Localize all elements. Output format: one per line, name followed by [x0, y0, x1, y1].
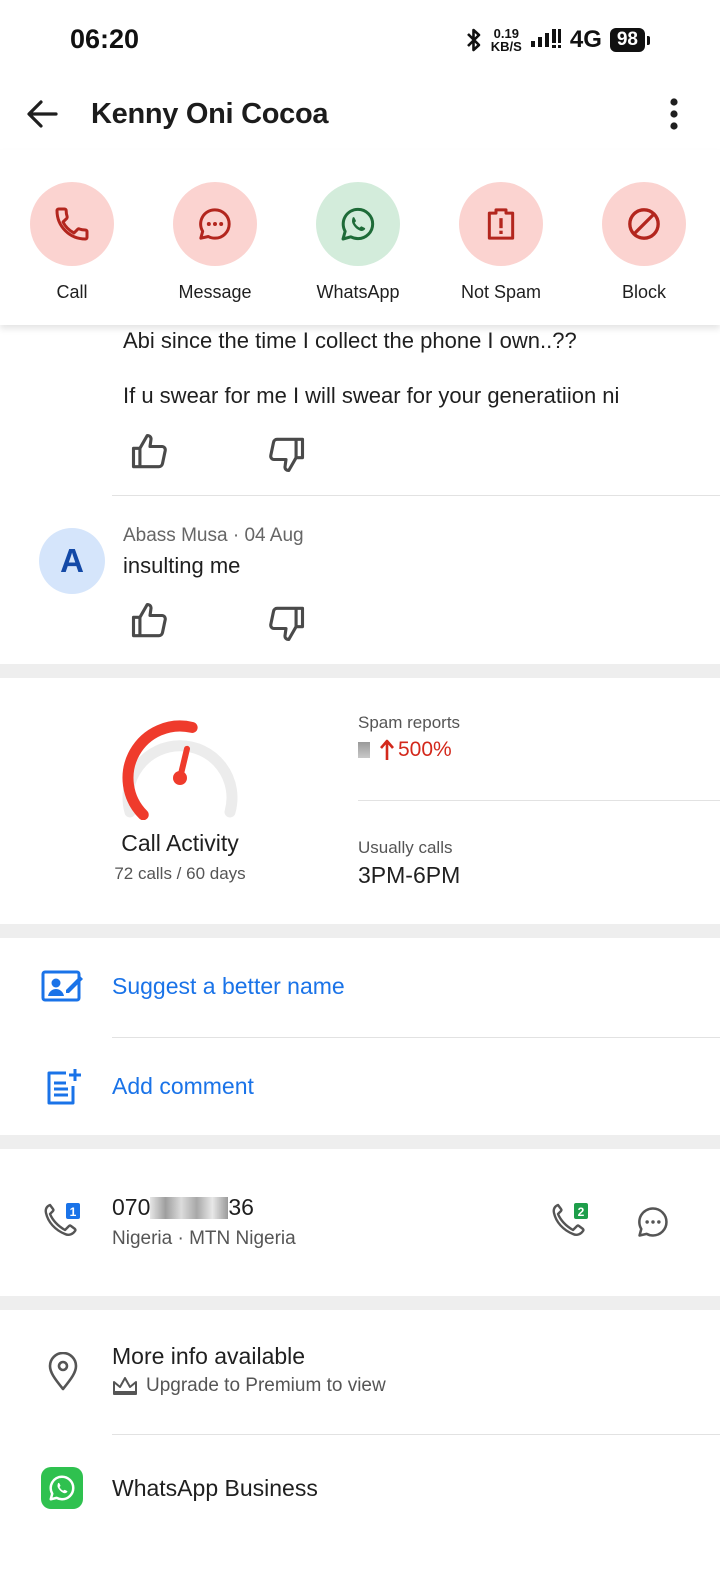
action-row: Call Message WhatsApp Not Spam Block: [0, 150, 720, 325]
phone-carrier: Nigeria · MTN Nigeria: [112, 1228, 296, 1249]
suggest-name-link[interactable]: Suggest a better name: [112, 973, 345, 1000]
thumb-up-icon: [131, 602, 167, 638]
edit-name-icon: [40, 966, 84, 1006]
section-separator: [0, 924, 720, 938]
arrow-back-icon: [27, 100, 58, 128]
block-circle[interactable]: [602, 182, 686, 266]
call-circle[interactable]: [30, 182, 114, 266]
call-label: Call: [56, 282, 88, 302]
spam-percentage: 500%: [398, 738, 452, 761]
section-separator: [0, 664, 720, 678]
gauge-icon: [122, 720, 238, 820]
add-comment-link[interactable]: Add comment: [112, 1073, 254, 1100]
downvote-button[interactable]: [264, 432, 308, 476]
call-activity-subtitle: 72 calls / 60 days: [114, 864, 246, 883]
whatsapp-circle[interactable]: [316, 182, 400, 266]
avatar: A: [39, 528, 105, 594]
back-button[interactable]: [22, 94, 62, 134]
whatsapp-business-icon: [41, 1467, 83, 1509]
more-vert-icon: [670, 98, 678, 130]
sim2-badge: 2: [578, 1205, 585, 1219]
spam-reports-value: 500%: [358, 738, 452, 762]
message-action[interactable]: Message: [155, 182, 275, 303]
redacted-digits: [150, 1196, 229, 1219]
sim1-badge: 1: [70, 1205, 77, 1219]
redacted-count: [358, 742, 370, 758]
not-spam-circle[interactable]: [459, 182, 543, 266]
status-bar: 06:20 0.19 KB/S 4G 98: [0, 0, 720, 80]
whatsapp-action[interactable]: WhatsApp: [298, 182, 418, 303]
network-type: 4G: [569, 26, 602, 53]
status-time: 06:20: [70, 24, 140, 54]
comment-line: If u swear for me I will swear for your …: [123, 383, 620, 408]
not-spam-action[interactable]: Not Spam: [441, 182, 561, 303]
call-action[interactable]: Call: [12, 182, 132, 303]
divider: [112, 1434, 720, 1435]
downvote-button[interactable]: [264, 601, 308, 645]
phone-sim2-icon: 2: [552, 1203, 588, 1236]
bluetooth-icon: [465, 27, 483, 53]
more-options-button[interactable]: [660, 94, 688, 134]
not-spam-icon: [487, 208, 515, 240]
upvote-button[interactable]: [128, 599, 172, 643]
whatsapp-icon: [341, 207, 375, 241]
comment-date: 04 Aug: [244, 525, 304, 546]
block-icon: [628, 208, 660, 240]
message-label: Message: [178, 282, 252, 302]
add-comment-icon: [44, 1068, 82, 1106]
speed-unit: KB/S: [490, 39, 522, 54]
whatsapp-label: WhatsApp: [316, 282, 400, 302]
crown-icon: [113, 1377, 137, 1395]
arrow-up-icon: [380, 739, 394, 761]
divider: [112, 495, 720, 496]
phone-suffix: 36: [228, 1194, 254, 1220]
whatsapp-business-label: WhatsApp Business: [112, 1475, 318, 1501]
more-info-title: More info available: [112, 1343, 306, 1369]
thumb-up-icon: [131, 433, 167, 469]
call-activity-gauge: [118, 716, 242, 820]
sms-button[interactable]: [634, 1203, 672, 1241]
section-separator: [0, 1296, 720, 1310]
comment-text: insulting me: [123, 553, 241, 578]
signal-icon: [530, 28, 562, 52]
battery-icon: 98: [609, 28, 650, 52]
upgrade-premium-link[interactable]: Upgrade to Premium to view: [112, 1375, 386, 1397]
phone-sim1-icon: 1: [44, 1203, 80, 1236]
battery-level: 98: [609, 28, 645, 52]
network-speed: 0.19 KB/S: [491, 27, 522, 53]
block-label: Block: [621, 282, 666, 302]
phone-number[interactable]: 070 36: [112, 1194, 254, 1221]
block-action[interactable]: Block: [584, 182, 704, 303]
contact-name: Kenny Oni Cocoa: [91, 98, 329, 130]
sim2-call-button[interactable]: 2: [548, 1200, 592, 1244]
divider: [358, 800, 720, 801]
message-circle[interactable]: [173, 182, 257, 266]
usually-calls-label: Usually calls: [358, 838, 453, 857]
comment-meta: Abass Musa · 04 Aug: [123, 525, 304, 547]
not-spam-label: Not Spam: [460, 282, 542, 302]
thumb-down-icon: [269, 437, 305, 473]
section-separator: [0, 1135, 720, 1149]
suggest-name-row[interactable]: Suggest a better name: [0, 938, 720, 1037]
sim1-call-button[interactable]: 1: [40, 1200, 84, 1244]
message-icon: [638, 1207, 668, 1237]
upvote-button[interactable]: [128, 430, 172, 474]
status-icons: 0.19 KB/S 4G 98: [465, 26, 650, 54]
comment-line: Abi since the time I collect the phone I…: [123, 328, 577, 353]
spam-reports-label: Spam reports: [358, 713, 461, 732]
app-bar: Kenny Oni Cocoa: [0, 80, 720, 150]
thumb-down-icon: [269, 606, 305, 642]
phone-icon: [55, 207, 89, 241]
message-icon: [199, 208, 231, 240]
comment-author: Abass Musa: [123, 525, 228, 546]
add-comment-row[interactable]: Add comment: [0, 1038, 720, 1135]
usually-calls-value: 3PM-6PM: [358, 862, 461, 888]
upgrade-text: Upgrade to Premium to view: [146, 1375, 386, 1396]
phone-prefix: 070: [112, 1194, 151, 1220]
location-icon: [46, 1352, 80, 1392]
call-activity-title: Call Activity: [121, 830, 239, 856]
meta-dot: ·: [232, 525, 245, 546]
